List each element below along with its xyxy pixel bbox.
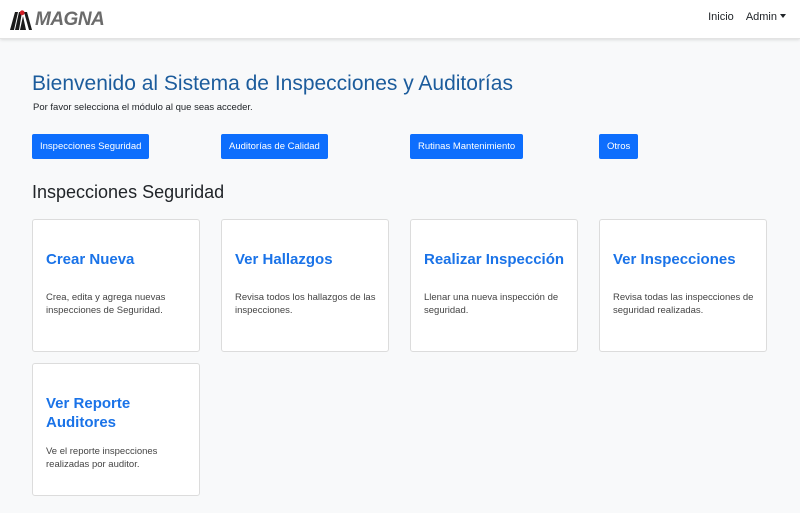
card-title: Ver Inspecciones <box>613 251 736 268</box>
card-title: Ver Hallazgos <box>235 251 333 268</box>
nav-link-admin-label: Admin <box>745 11 777 23</box>
card-title: Crear Nueva <box>46 251 135 268</box>
otros-button[interactable]: Otros <box>599 134 639 159</box>
auditorias-calidad-button[interactable]: Auditorías de Calidad <box>221 134 328 159</box>
magna-logo[interactable]: MAGNA <box>10 9 105 31</box>
card-title: Ver Reporte Auditores <box>46 395 131 431</box>
card-text: Revisa todas las inspecciones de segurid… <box>613 292 754 316</box>
card-text: Llenar una nueva inspección de seguridad… <box>424 292 559 316</box>
top-navbar: MAGNA Inicio Admin <box>0 0 800 39</box>
card-text: Revisa todos los hallazgos de las inspec… <box>235 292 376 316</box>
nav-dropdown-admin[interactable]: Admin <box>746 11 786 23</box>
magna-logo-icon <box>10 10 32 30</box>
nav-link-inicio[interactable]: Inicio <box>708 11 734 23</box>
card-text: Ve el reporte inspecciones realizadas po… <box>46 446 158 470</box>
card-realizar-inspeccion[interactable]: Realizar Inspección Llenar una nueva ins… <box>410 219 578 352</box>
card-text: Crea, edita y agrega nuevas inspecciones… <box>46 292 166 316</box>
card-crear-nueva[interactable]: Crear Nueva Crea, edita y agrega nuevas … <box>32 219 200 352</box>
section-title: Inspecciones Seguridad <box>32 182 225 202</box>
brand-name: MAGNA <box>35 9 105 30</box>
page-subtitle: Por favor selecciona el módulo al que se… <box>33 102 253 113</box>
card-ver-inspecciones[interactable]: Ver Inspecciones Revisa todas las inspec… <box>599 219 767 352</box>
card-ver-hallazgos[interactable]: Ver Hallazgos Revisa todos los hallazgos… <box>221 219 389 352</box>
card-ver-reporte-auditores[interactable]: Ver Reporte Auditores Ve el reporte insp… <box>32 363 200 496</box>
nav-links: Inicio Admin <box>696 11 786 23</box>
page-title: Bienvenido al Sistema de Inspecciones y … <box>32 72 513 95</box>
card-title: Realizar Inspección <box>424 251 565 268</box>
rutinas-mantenimiento-button[interactable]: Rutinas Mantenimiento <box>410 134 524 159</box>
inspecciones-seguridad-button[interactable]: Inspecciones Seguridad <box>32 134 150 159</box>
caret-down-icon <box>780 14 786 18</box>
